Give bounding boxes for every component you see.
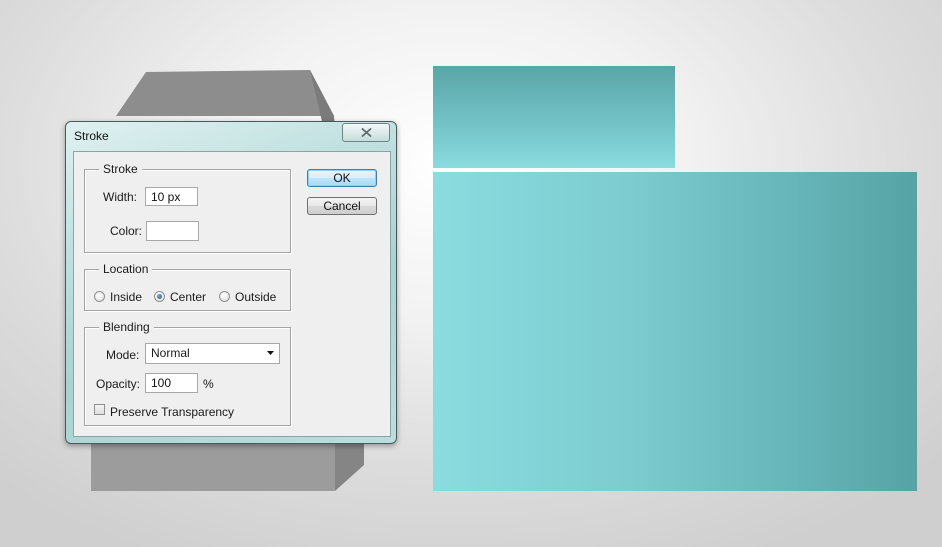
inside-radio[interactable] [94,291,105,302]
teal-rectangle-top [433,66,675,168]
stroke-dialog: Stroke Stroke Width: 10 px Color: Locati… [65,121,397,444]
stroke-group-legend: Stroke [99,162,142,176]
blending-group: Blending Mode: Normal Opacity: 100 % Pre… [84,320,291,426]
outside-label: Outside [235,290,277,304]
stroke-group: Stroke Width: 10 px Color: [84,162,291,253]
location-group-legend: Location [99,262,153,276]
close-icon [361,128,371,137]
opacity-input[interactable]: 100 [145,373,198,393]
opacity-label: Opacity: [96,377,141,391]
ok-button[interactable]: OK [307,169,377,187]
outside-radio[interactable] [219,291,230,302]
width-input[interactable]: 10 px [145,187,198,206]
dialog-title: Stroke [74,129,109,143]
center-radio[interactable] [154,291,165,302]
teal-rectangle-main [433,172,917,491]
opacity-unit: % [203,377,214,391]
center-label: Center [170,290,207,304]
gray-box-top-face [116,70,334,116]
mode-label: Mode: [106,348,140,362]
mode-select-value: Normal [151,346,190,360]
blending-group-legend: Blending [99,320,154,334]
location-group: Location Inside Center Outside [84,262,291,311]
chevron-down-icon [267,351,274,355]
color-label: Color: [110,224,143,238]
mode-select[interactable]: Normal [145,343,280,364]
cancel-button[interactable]: Cancel [307,197,377,215]
preserve-transparency-label: Preserve Transparency [110,405,235,419]
color-swatch[interactable] [146,221,199,241]
inside-label: Inside [110,290,143,304]
dialog-client-area: Stroke Width: 10 px Color: Location Insi… [73,151,391,437]
document-canvas: Stroke Stroke Width: 10 px Color: Locati… [0,0,942,547]
preserve-transparency-checkbox[interactable] [94,404,105,415]
width-label: Width: [103,190,138,204]
gray-box-front-face [91,440,335,491]
close-button[interactable] [342,123,390,142]
